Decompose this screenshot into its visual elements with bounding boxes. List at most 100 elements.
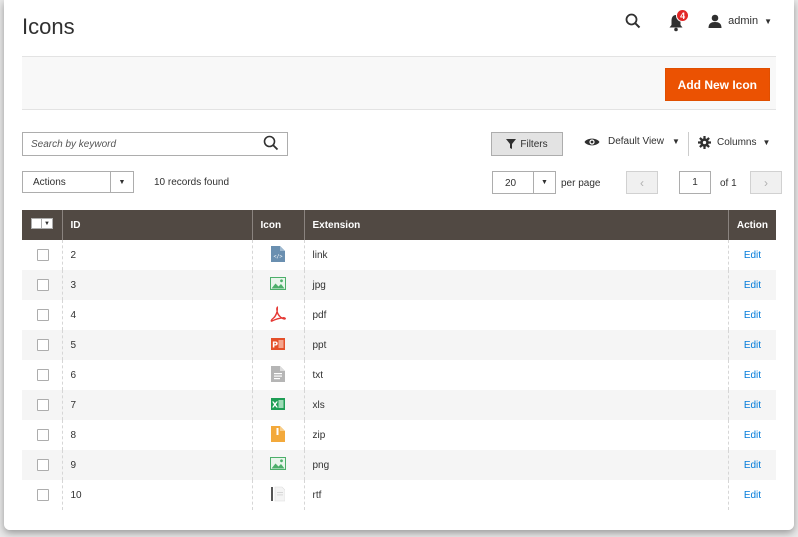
- row-select-cell: [22, 480, 62, 510]
- chevron-down-icon: ▼: [671, 137, 680, 146]
- row-checkbox[interactable]: [37, 279, 49, 291]
- per-page-select[interactable]: 20 ▼: [492, 171, 556, 194]
- edit-link[interactable]: Edit: [744, 250, 761, 261]
- svg-text:X: X: [272, 400, 279, 409]
- table-row[interactable]: 6 txt Edit: [22, 360, 776, 390]
- table-row[interactable]: 9 png Edit: [22, 450, 776, 480]
- mass-actions-select[interactable]: Actions ▼: [22, 171, 134, 193]
- row-checkbox[interactable]: [37, 339, 49, 351]
- cell-extension: zip: [303, 420, 729, 450]
- mass-select-checkbox[interactable]: ▼: [31, 218, 53, 229]
- table-row[interactable]: 10 rtf Edit: [22, 480, 776, 510]
- cell-action: Edit: [727, 360, 776, 390]
- search-submit-button[interactable]: [263, 135, 279, 156]
- current-page-input[interactable]: [679, 171, 711, 194]
- row-checkbox[interactable]: [37, 309, 49, 321]
- cell-action: Edit: [727, 240, 776, 270]
- icons-grid: ▼ ID Icon Extension Action 2 </> link Edit 3…: [22, 210, 776, 510]
- edit-link[interactable]: Edit: [744, 280, 761, 291]
- powerpoint-file-icon: P: [271, 337, 285, 354]
- cell-extension: xls: [303, 390, 729, 420]
- cell-icon: [251, 300, 304, 330]
- notification-count-badge: 4: [676, 9, 690, 22]
- table-row[interactable]: 3 jpg Edit: [22, 270, 776, 300]
- chevron-down-icon[interactable]: ▼: [42, 218, 53, 229]
- edit-link[interactable]: Edit: [744, 460, 761, 471]
- cell-id: 3: [61, 270, 252, 300]
- chevron-down-icon: ▼: [762, 138, 771, 147]
- page-actions-bar: Add New Icon: [22, 56, 776, 110]
- edit-link[interactable]: Edit: [744, 490, 761, 501]
- code-file-icon: </>: [271, 245, 285, 265]
- cell-id: 7: [61, 390, 252, 420]
- edit-link[interactable]: Edit: [744, 340, 761, 351]
- cell-extension: ppt: [303, 330, 729, 360]
- cell-extension: pdf: [303, 300, 729, 330]
- column-header-extension[interactable]: Extension: [303, 210, 729, 240]
- cell-action: Edit: [727, 450, 776, 480]
- gear-icon: [698, 136, 711, 149]
- select-all-box[interactable]: [31, 218, 42, 229]
- next-page-button[interactable]: ›: [750, 171, 782, 194]
- cell-icon: [251, 360, 304, 390]
- columns-label: Columns: [717, 137, 757, 148]
- eye-icon: [584, 138, 600, 145]
- zip-file-icon: [271, 425, 285, 445]
- user-icon: [708, 14, 722, 28]
- column-header-icon[interactable]: Icon: [251, 210, 304, 240]
- filters-button[interactable]: Filters: [491, 132, 563, 156]
- cell-id: 5: [61, 330, 252, 360]
- add-new-icon-button[interactable]: Add New Icon: [664, 68, 770, 101]
- row-checkbox[interactable]: [37, 369, 49, 381]
- edit-link[interactable]: Edit: [744, 430, 761, 441]
- user-menu[interactable]: admin ▼: [708, 14, 772, 28]
- table-row[interactable]: 8 zip Edit: [22, 420, 776, 450]
- chevron-left-icon: ‹: [640, 175, 644, 190]
- row-checkbox[interactable]: [37, 429, 49, 441]
- column-header-action: Action: [727, 210, 776, 240]
- column-header-id[interactable]: ID: [61, 210, 252, 240]
- cell-action: Edit: [727, 300, 776, 330]
- view-switcher[interactable]: Default View ▼: [584, 136, 680, 147]
- cell-extension: link: [303, 240, 729, 270]
- edit-link[interactable]: Edit: [744, 400, 761, 411]
- chevron-down-icon: ▼: [110, 172, 133, 192]
- actions-label: Actions: [33, 177, 66, 188]
- table-row[interactable]: 4 pdf Edit: [22, 300, 776, 330]
- row-checkbox[interactable]: [37, 459, 49, 471]
- columns-button[interactable]: Columns ▼: [698, 136, 770, 149]
- chevron-right-icon: ›: [764, 175, 768, 190]
- cell-extension: jpg: [303, 270, 729, 300]
- search-icon: [625, 13, 641, 29]
- row-checkbox[interactable]: [37, 489, 49, 501]
- row-select-cell: [22, 450, 62, 480]
- global-search-button[interactable]: [622, 10, 644, 32]
- cell-icon: </>: [251, 240, 304, 270]
- search-input[interactable]: [23, 133, 243, 155]
- table-row[interactable]: 7 Xxls Edit: [22, 390, 776, 420]
- row-checkbox[interactable]: [37, 249, 49, 261]
- edit-link[interactable]: Edit: [744, 370, 761, 381]
- cell-icon: [251, 270, 304, 300]
- previous-page-button[interactable]: ‹: [626, 171, 658, 194]
- funnel-icon: [506, 139, 517, 149]
- notifications-button[interactable]: 4: [668, 9, 690, 32]
- image-file-icon: [270, 277, 286, 293]
- cell-id: 8: [61, 420, 252, 450]
- cell-action: Edit: [727, 330, 776, 360]
- chevron-down-icon: ▼: [533, 172, 555, 193]
- per-page-label: per page: [561, 178, 601, 189]
- row-checkbox[interactable]: [37, 399, 49, 411]
- pdf-file-icon: [270, 305, 286, 325]
- cell-extension: rtf: [303, 480, 729, 510]
- edit-link[interactable]: Edit: [744, 310, 761, 321]
- per-page-value: 20: [505, 178, 517, 189]
- total-pages: of 1: [720, 178, 737, 189]
- page-title: Icons: [22, 14, 75, 39]
- table-row[interactable]: 5 Pppt Edit: [22, 330, 776, 360]
- table-row[interactable]: 2 </> link Edit: [22, 240, 776, 270]
- cell-icon: P: [251, 330, 304, 360]
- row-select-cell: [22, 300, 62, 330]
- svg-text:P: P: [272, 340, 278, 349]
- bottom-fade: [4, 512, 794, 530]
